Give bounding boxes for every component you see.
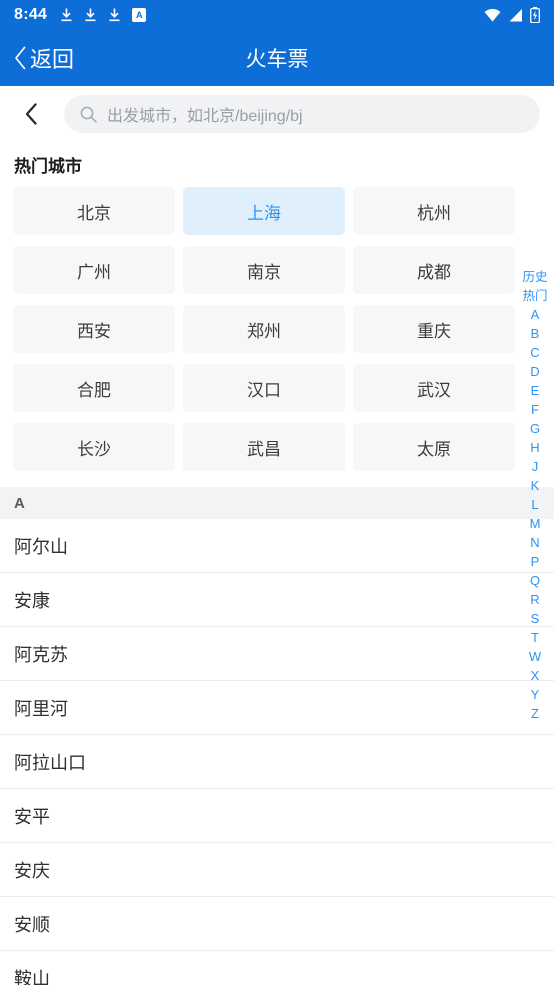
chevron-left-icon [14,46,27,70]
status-bar-system-icons [484,7,540,24]
index-item-x[interactable]: X [516,666,554,685]
app-bar: 返回 火车票 [0,30,554,86]
train-ticket-city-picker-screen: 8:44 A 返回 火车票 出发城市，如北京/beijing/bj 热门城市 北… [0,0,554,985]
index-item-w[interactable]: W [516,647,554,666]
hot-city-chip[interactable]: 郑州 [183,305,345,353]
hot-city-chip[interactable]: 长沙 [13,423,175,471]
city-list-item[interactable]: 安顺 [0,897,554,951]
app-bar-back-button[interactable]: 返回 [0,30,74,86]
index-item-n[interactable]: N [516,533,554,552]
search-row: 出发城市，如北京/beijing/bj [0,86,554,142]
city-group-header: A [0,487,554,519]
index-item-hot[interactable]: 热门 [516,287,554,306]
city-list-item[interactable]: 阿里河 [0,681,554,735]
city-list-item[interactable]: 安康 [0,573,554,627]
download-icon [84,8,97,22]
index-item-c[interactable]: C [516,343,554,362]
index-item-p[interactable]: P [516,552,554,571]
city-list-item[interactable]: 安平 [0,789,554,843]
signal-icon [508,8,523,22]
city-list-item[interactable]: 阿尔山 [0,519,554,573]
index-item-b[interactable]: B [516,324,554,343]
index-item-q[interactable]: Q [516,571,554,590]
index-item-d[interactable]: D [516,362,554,381]
hot-cities-title: 热门城市 [14,157,82,176]
download-icon [108,8,121,22]
wifi-icon [484,8,501,22]
city-list-item[interactable]: 安庆 [0,843,554,897]
download-icon [60,8,73,22]
hot-city-chip[interactable]: 太原 [353,423,515,471]
status-bar: 8:44 A [0,0,554,30]
hot-city-chip[interactable]: 武昌 [183,423,345,471]
battery-charging-icon [530,7,540,24]
search-input[interactable]: 出发城市，如北京/beijing/bj [64,95,540,133]
city-list-item[interactable]: 阿克苏 [0,627,554,681]
index-item-l[interactable]: L [516,495,554,514]
hot-city-chip[interactable]: 合肥 [13,364,175,412]
hot-city-chip[interactable]: 成都 [353,246,515,294]
city-list: A 阿尔山 安康 阿克苏 阿里河 阿拉山口 安平 安庆 安顺 鞍山 [0,487,554,985]
hot-city-chip[interactable]: 广州 [13,246,175,294]
index-item-m[interactable]: M [516,514,554,533]
index-item-r[interactable]: R [516,590,554,609]
search-back-button[interactable] [18,101,44,127]
letter-a-icon: A [132,8,147,22]
hot-city-chip-selected[interactable]: 上海 [183,187,345,235]
hot-city-chip[interactable]: 重庆 [353,305,515,353]
index-item-f[interactable]: F [516,400,554,419]
city-list-item[interactable]: 鞍山 [0,951,554,985]
hot-city-chip[interactable]: 南京 [183,246,345,294]
status-bar-notification-icons: A [60,8,147,22]
search-icon [80,106,97,123]
index-item-history[interactable]: 历史 [516,268,554,287]
hot-city-chip[interactable]: 杭州 [353,187,515,235]
index-item-j[interactable]: J [516,457,554,476]
alphabet-index-bar[interactable]: 历史 热门 A B C D E F G H J K L M N P Q R S … [516,268,554,723]
index-item-h[interactable]: H [516,438,554,457]
index-item-k[interactable]: K [516,476,554,495]
index-item-g[interactable]: G [516,419,554,438]
index-item-t[interactable]: T [516,628,554,647]
hot-city-chip[interactable]: 武汉 [353,364,515,412]
hot-city-chip[interactable]: 西安 [13,305,175,353]
chevron-left-icon [25,103,37,125]
index-item-a[interactable]: A [516,305,554,324]
city-list-item[interactable]: 阿拉山口 [0,735,554,789]
hot-city-chip[interactable]: 北京 [13,187,175,235]
index-item-z[interactable]: Z [516,704,554,723]
search-placeholder: 出发城市，如北京/beijing/bj [107,108,303,125]
app-bar-back-label: 返回 [30,47,75,72]
hot-city-chip[interactable]: 汉口 [183,364,345,412]
index-item-y[interactable]: Y [516,685,554,704]
hot-cities-grid: 北京 上海 杭州 广州 南京 成都 西安 郑州 重庆 合肥 汉口 武汉 长沙 武… [0,187,554,471]
index-item-s[interactable]: S [516,609,554,628]
status-bar-clock: 8:44 [14,6,48,23]
index-item-e[interactable]: E [516,381,554,400]
page-title: 火车票 [245,48,309,71]
